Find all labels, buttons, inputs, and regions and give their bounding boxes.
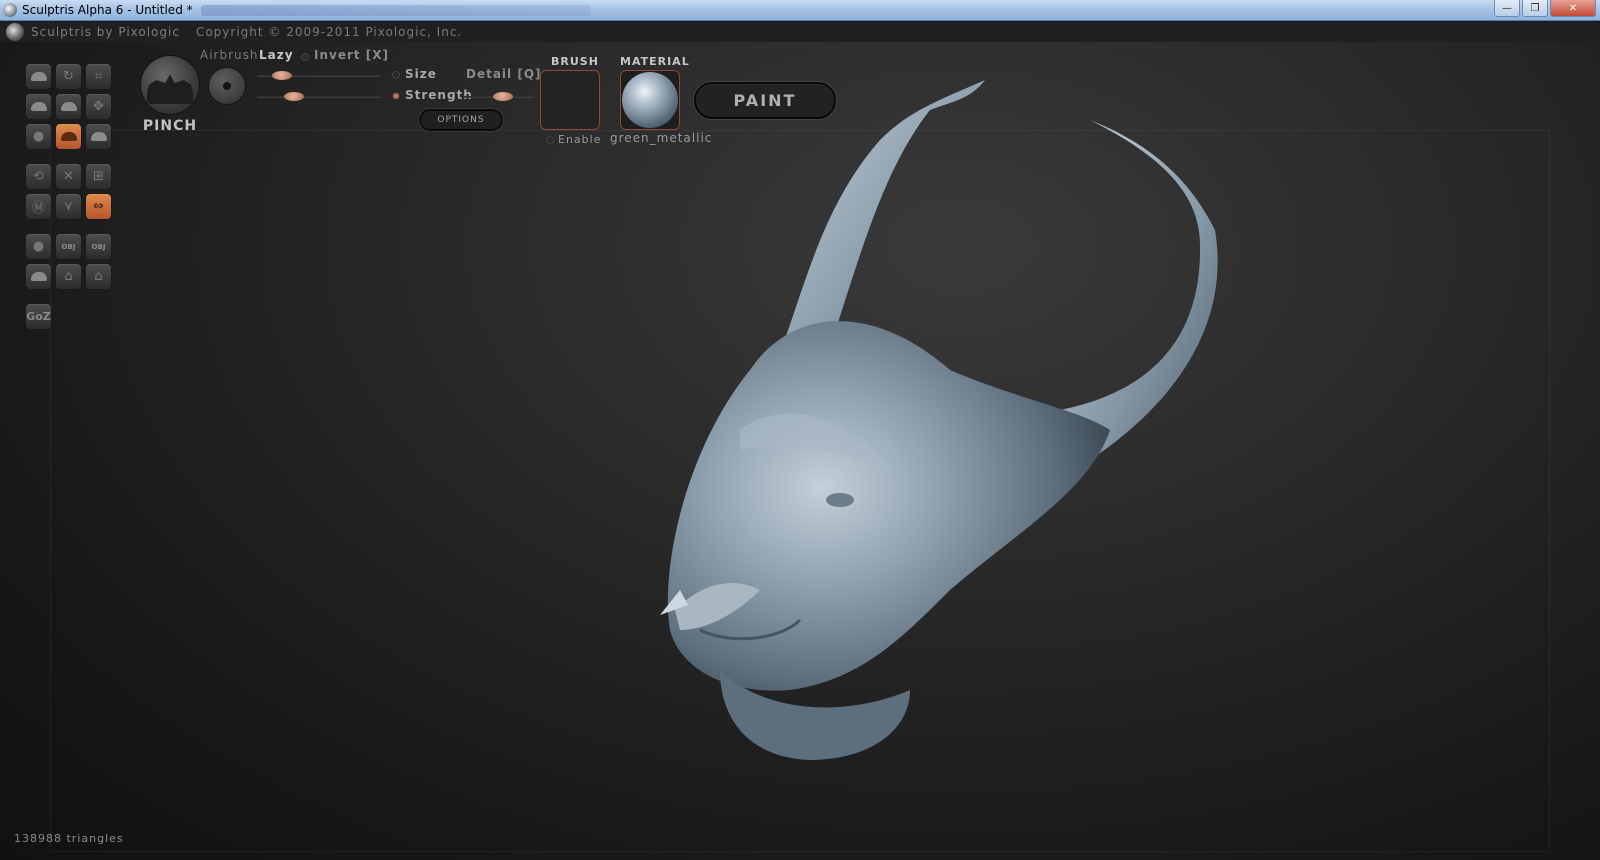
window-title: Sculptris Alpha 6 - Untitled * <box>22 3 193 17</box>
grid-icon: ⊞ <box>93 169 104 184</box>
material-name: green_metallic <box>610 131 713 145</box>
strength-slider-track[interactable] <box>257 96 381 98</box>
options-button[interactable]: OPTIONS <box>419 109 503 131</box>
goz-button[interactable]: GoZ <box>25 303 52 330</box>
detail-label: Detail [Q] <box>466 67 542 81</box>
pinch-tool-button[interactable] <box>55 123 82 150</box>
rotate-icon: ↻ <box>63 69 74 84</box>
smooth-tool-button[interactable]: ● <box>25 123 52 150</box>
enable-radio[interactable] <box>546 136 554 144</box>
pinch-icon <box>60 132 77 141</box>
blurred-file-path <box>200 4 591 16</box>
sphere-icon: ● <box>32 239 45 254</box>
save-button[interactable]: ⌂ <box>85 263 112 290</box>
sculpted-model[interactable] <box>640 70 1240 770</box>
pinch-brush-icon <box>147 74 193 104</box>
inflate-tool-button[interactable] <box>25 93 52 120</box>
brush-section-title: BRUSH <box>551 55 599 68</box>
brush-preview[interactable] <box>140 55 200 115</box>
material-section-title: MATERIAL <box>620 55 690 68</box>
sculptris-app-icon <box>3 3 17 17</box>
reduce-icon: ⋎ <box>63 199 74 214</box>
lazy-label[interactable]: Lazy <box>259 48 294 62</box>
size-label: Size <box>405 67 437 81</box>
export-obj-icon: OBJ <box>91 242 106 251</box>
save-icon: ⌂ <box>94 269 103 284</box>
draw-tool-button[interactable] <box>25 63 52 90</box>
close-button[interactable]: ✕ <box>1550 0 1596 17</box>
minimize-button[interactable]: — <box>1494 0 1520 17</box>
wireframe-icon: ✕ <box>63 169 74 184</box>
import-obj-icon: OBJ <box>61 242 76 251</box>
plane-icon <box>30 272 47 281</box>
crop-icon: ⌗ <box>94 69 103 84</box>
size-slider-thumb[interactable] <box>271 71 292 80</box>
material-selector[interactable] <box>620 70 680 130</box>
smooth-icon: ● <box>32 129 45 144</box>
crease-icon <box>90 132 107 141</box>
grid-tool-button[interactable]: ⊞ <box>85 163 112 190</box>
invert-label[interactable]: Invert [X] <box>314 48 389 62</box>
wireframe-tool-button[interactable]: ✕ <box>55 163 82 190</box>
crease-tool-button[interactable] <box>85 123 112 150</box>
invert-radio[interactable] <box>301 53 309 61</box>
open-icon: ⌂ <box>64 269 73 284</box>
app-header: Sculptris by Pixologic Copyright © 2009-… <box>0 22 1600 42</box>
paint-button[interactable]: PAINT <box>694 82 836 119</box>
rotate-tool-button[interactable]: ↻ <box>55 63 82 90</box>
sculptris-logo-icon <box>6 23 24 41</box>
move-arrows-icon: ✥ <box>93 99 104 114</box>
restore-button[interactable]: ❐ <box>1522 0 1548 17</box>
grab-tool-button[interactable]: ✥ <box>85 93 112 120</box>
brand-text: Sculptris by Pixologic <box>31 25 180 39</box>
material-sphere-icon <box>622 72 678 128</box>
strength-radio[interactable] <box>392 92 400 100</box>
window-titlebar: Sculptris Alpha 6 - Untitled * — ❐ ✕ <box>0 0 1600 21</box>
airbrush-knob-dot <box>223 82 231 90</box>
symmetry-icon: ⟲ <box>33 169 44 184</box>
flatten-icon <box>60 102 77 111</box>
brush-texture-well[interactable] <box>540 70 600 130</box>
export-obj-button[interactable]: OBJ <box>85 233 112 260</box>
brush-name: PINCH <box>142 118 198 134</box>
flatten-tool-button[interactable] <box>55 93 82 120</box>
copyright-text: Copyright © 2009-2011 Pixologic, Inc. <box>195 25 463 39</box>
draw-icon <box>30 72 47 81</box>
mirror-arrows-icon: ⇔ <box>93 199 104 214</box>
reduce-tool-button[interactable]: ⋎ <box>55 193 82 220</box>
open-button[interactable]: ⌂ <box>55 263 82 290</box>
mask-icon: Ⓜ <box>31 201 45 216</box>
crop-tool-button[interactable]: ⌗ <box>85 63 112 90</box>
inflate-icon <box>30 102 47 111</box>
detail-slider-thumb[interactable] <box>492 92 513 101</box>
size-radio[interactable] <box>392 71 400 79</box>
import-obj-button[interactable]: OBJ <box>55 233 82 260</box>
enable-label: Enable <box>558 133 602 146</box>
mirror-tool-button[interactable]: ⇔ <box>85 193 112 220</box>
new-sphere-button[interactable]: ● <box>25 233 52 260</box>
strength-label: Strength <box>405 88 473 102</box>
symmetry-tool-button[interactable]: ⟲ <box>25 163 52 190</box>
window-controls: — ❐ ✕ <box>1494 0 1596 17</box>
airbrush-toggle[interactable] <box>208 67 246 105</box>
mask-tool-button[interactable]: Ⓜ <box>25 193 52 220</box>
airbrush-label: Airbrush <box>200 48 259 62</box>
triangle-count: 138988 triangles <box>14 832 124 845</box>
new-plane-button[interactable] <box>25 263 52 290</box>
